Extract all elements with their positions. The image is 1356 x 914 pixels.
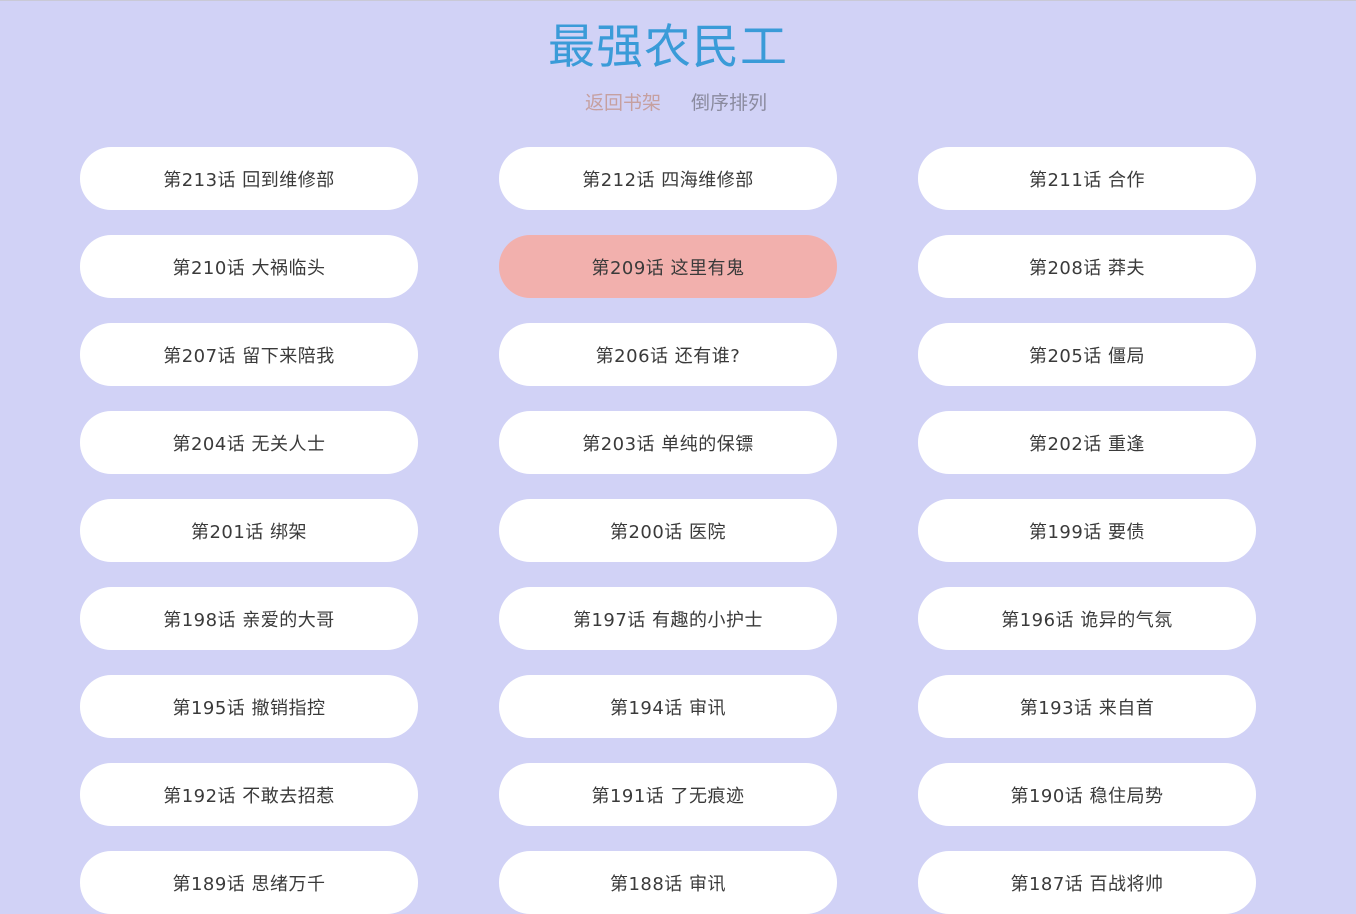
chapter-button[interactable]: 第211话 合作 <box>918 147 1256 210</box>
chapter-button[interactable]: 第212话 四海维修部 <box>499 147 837 210</box>
chapter-button[interactable]: 第192话 不敢去招惹 <box>80 763 418 826</box>
reverse-sort-link[interactable]: 倒序排列 <box>691 89 767 117</box>
chapter-button[interactable]: 第210话 大祸临头 <box>80 235 418 298</box>
top-border <box>0 0 1356 1</box>
chapter-button[interactable]: 第191话 了无痕迹 <box>499 763 837 826</box>
chapter-button[interactable]: 第196话 诡异的气氛 <box>918 587 1256 650</box>
chapter-button[interactable]: 第188话 审讯 <box>499 851 837 914</box>
nav-links: 返回书架 倒序排列 <box>0 89 1356 117</box>
chapter-button[interactable]: 第199话 要债 <box>918 499 1256 562</box>
chapter-button[interactable]: 第198话 亲爱的大哥 <box>80 587 418 650</box>
chapter-button[interactable]: 第197话 有趣的小护士 <box>499 587 837 650</box>
chapter-button[interactable]: 第205话 僵局 <box>918 323 1256 386</box>
chapter-button[interactable]: 第201话 绑架 <box>80 499 418 562</box>
page-title: 最强农民工 <box>548 20 788 75</box>
chapter-button[interactable]: 第213话 回到维修部 <box>80 147 418 210</box>
back-to-bookshelf-link[interactable]: 返回书架 <box>585 89 661 117</box>
chapter-button[interactable]: 第206话 还有谁? <box>499 323 837 386</box>
chapter-button[interactable]: 第195话 撤销指控 <box>80 675 418 738</box>
chapter-button-current[interactable]: 第209话 这里有鬼 <box>499 235 837 298</box>
chapter-button[interactable]: 第202话 重逢 <box>918 411 1256 474</box>
chapter-button[interactable]: 第193话 来自首 <box>918 675 1256 738</box>
chapter-button[interactable]: 第204话 无关人士 <box>80 411 418 474</box>
chapter-button[interactable]: 第203话 单纯的保镖 <box>499 411 837 474</box>
chapter-button[interactable]: 第187话 百战将帅 <box>918 851 1256 914</box>
chapter-button[interactable]: 第208话 莽夫 <box>918 235 1256 298</box>
chapter-button[interactable]: 第190话 稳住局势 <box>918 763 1256 826</box>
chapter-button[interactable]: 第207话 留下来陪我 <box>80 323 418 386</box>
chapter-list: 第213话 回到维修部 第212话 四海维修部 第211话 合作第210话 大祸临头… <box>80 147 1256 914</box>
chapter-button[interactable]: 第194话 审讯 <box>499 675 837 738</box>
chapter-button[interactable]: 第200话 医院 <box>499 499 837 562</box>
chapter-button[interactable]: 第189话 思绪万千 <box>80 851 418 914</box>
